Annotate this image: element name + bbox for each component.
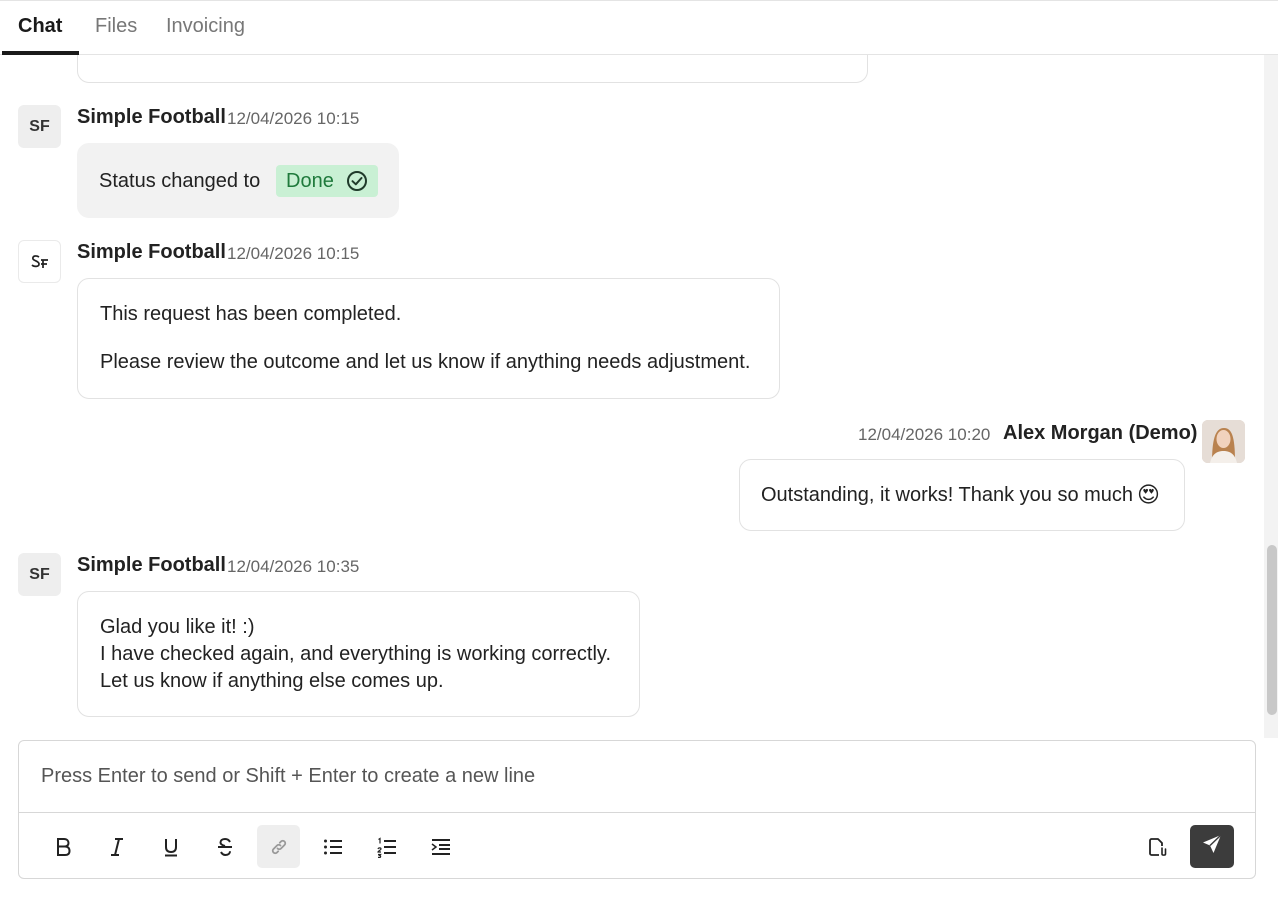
simple-football-logo-icon: [18, 240, 61, 283]
message-sender: Simple Football: [77, 241, 226, 263]
previous-message-bubble: [77, 55, 868, 83]
send-icon: [1200, 832, 1224, 861]
message-line: Please review the outcome and let us kno…: [100, 351, 751, 373]
message-composer: [18, 740, 1256, 879]
indent-icon[interactable]: [419, 825, 462, 868]
tab-bar: Chat Files Invoicing: [0, 0, 1278, 55]
message-line: Let us know if anything else comes up.: [100, 670, 444, 692]
message-line: Glad you like it! :): [100, 616, 255, 638]
message-line: This request has been completed.: [100, 303, 402, 325]
message-timestamp: 12/04/2026 10:20: [858, 425, 991, 444]
numbered-list-icon[interactable]: [365, 825, 408, 868]
active-tab-indicator: [2, 51, 79, 55]
strikethrough-icon[interactable]: [203, 825, 246, 868]
chat-scrollbar[interactable]: [1264, 55, 1278, 738]
status-change-label: Status changed to: [99, 170, 261, 192]
avatar: [1202, 420, 1245, 463]
check-circle-icon: [346, 170, 368, 198]
status-badge: Done: [276, 165, 378, 197]
message-sender: Simple Football: [77, 106, 226, 128]
avatar: SF: [18, 553, 61, 596]
tab-chat[interactable]: Chat: [18, 15, 62, 38]
avatar: SF: [18, 105, 61, 148]
bullet-list-icon[interactable]: [311, 825, 354, 868]
message-text: Outstanding, it works! Thank you so much: [761, 484, 1134, 506]
status-value: Done: [286, 169, 334, 192]
scrollbar-thumb[interactable]: [1267, 545, 1277, 715]
status-change-bubble: Status changed to Done: [77, 143, 399, 218]
message-timestamp: 12/04/2026 10:15: [227, 244, 360, 263]
tab-invoicing[interactable]: Invoicing: [166, 15, 245, 38]
chat-thread[interactable]: SF Simple Football 12/04/2026 10:15 Stat…: [0, 55, 1264, 738]
message-sender: Alex Morgan (Demo): [1003, 422, 1198, 444]
tab-files[interactable]: Files: [95, 15, 137, 38]
message-line: I have checked again, and everything is …: [100, 643, 612, 665]
message-bubble: Outstanding, it works! Thank you so much…: [739, 459, 1185, 531]
message-input[interactable]: [19, 741, 1255, 813]
bold-icon[interactable]: [41, 825, 84, 868]
message-timestamp: 12/04/2026 10:15: [227, 109, 360, 128]
message-bubble: This request has been completed. Please …: [77, 278, 780, 399]
message-sender: Simple Football: [77, 554, 226, 576]
message-timestamp: 12/04/2026 10:35: [227, 557, 360, 576]
attach-file-icon[interactable]: [1136, 825, 1179, 868]
italic-icon[interactable]: [95, 825, 138, 868]
heart-eyes-emoji: 😍: [1137, 482, 1160, 507]
message-bubble: Glad you like it! :) I have checked agai…: [77, 591, 640, 717]
send-button[interactable]: [1190, 825, 1234, 868]
link-icon[interactable]: [257, 825, 300, 868]
underline-icon[interactable]: [149, 825, 192, 868]
